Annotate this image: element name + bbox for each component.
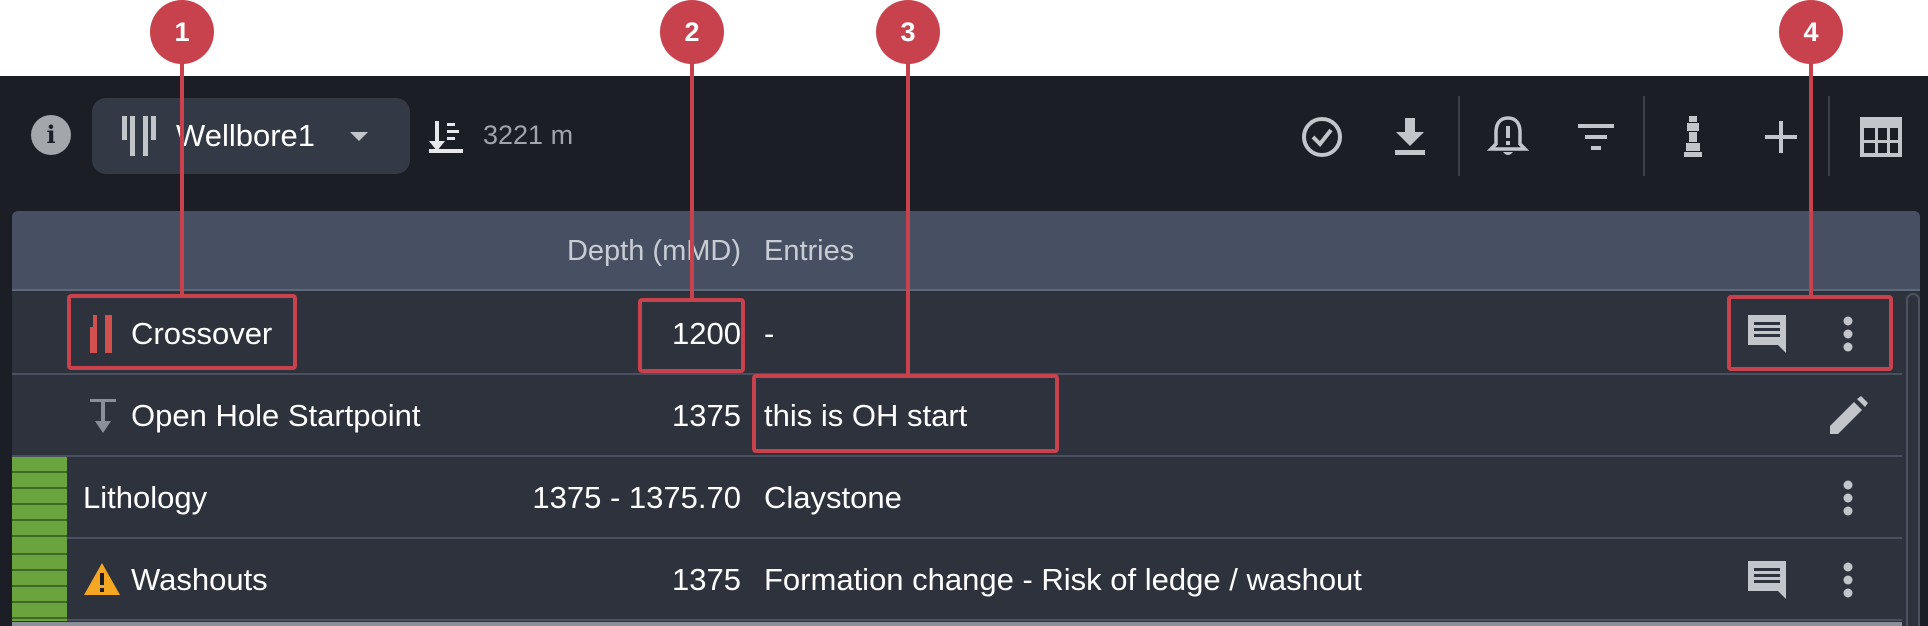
more-vert-icon[interactable] <box>1842 480 1854 516</box>
depth-icon <box>429 121 463 153</box>
check-circle-icon[interactable] <box>1299 114 1345 160</box>
depth-column-header[interactable]: Depth (mMD) <box>441 211 741 291</box>
more-vert-icon[interactable] <box>1842 562 1854 598</box>
wellbore-name: Wellbore1 <box>176 118 316 153</box>
highlight-box <box>1727 295 1893 371</box>
row-name: Lithology <box>83 480 208 515</box>
info-icon[interactable]: i <box>31 115 71 155</box>
vertical-scrollbar[interactable] <box>1906 293 1920 626</box>
table-icon[interactable] <box>1858 114 1904 160</box>
row-name: Washouts <box>131 562 268 597</box>
claystone-pattern <box>12 539 67 621</box>
row-entry: - <box>764 316 775 351</box>
toolbar-divider <box>1828 96 1830 176</box>
comment-icon[interactable] <box>1746 559 1788 601</box>
casing-icon[interactable] <box>1670 114 1716 160</box>
add-icon[interactable] <box>1758 114 1804 160</box>
total-depth-value: 3221 m <box>483 120 574 150</box>
callout-badge: 1 <box>150 0 214 64</box>
callout-leader-line <box>1809 58 1813 298</box>
wellbore-selector[interactable]: Wellbore1 <box>92 98 410 174</box>
callout-badge: 4 <box>1779 0 1843 64</box>
callout-badge: 3 <box>876 0 940 64</box>
callout-leader-line <box>906 58 910 376</box>
callout-badge: 2 <box>660 0 724 64</box>
row-depth: 1375 <box>672 398 741 433</box>
edit-icon[interactable] <box>1828 396 1868 436</box>
next-row-edge <box>12 622 1902 626</box>
open-hole-icon <box>90 399 116 433</box>
highlight-box <box>67 294 297 370</box>
row-entry: Claystone <box>764 480 902 515</box>
entries-column-header[interactable]: Entries <box>764 211 854 291</box>
toolbar-divider <box>1643 96 1645 176</box>
highlight-box <box>752 374 1059 453</box>
chevron-down-icon <box>350 132 368 141</box>
warning-icon <box>84 563 120 595</box>
toolbar-divider <box>1458 96 1460 176</box>
table-header: Depth (mMD) Entries <box>12 211 1920 291</box>
download-icon[interactable] <box>1387 114 1433 160</box>
table-row[interactable]: Washouts 1375 Formation change - Risk of… <box>12 539 1902 621</box>
row-depth: 1375 - 1375.70 <box>532 480 741 515</box>
highlight-box <box>638 298 745 373</box>
callout-leader-line <box>690 58 694 302</box>
filter-icon[interactable] <box>1573 114 1619 160</box>
alarm-bell-icon[interactable] <box>1485 114 1531 160</box>
table-row[interactable]: Lithology 1375 - 1375.70 Claystone <box>12 457 1902 539</box>
callout-leader-line <box>180 58 184 296</box>
row-name: Open Hole Startpoint <box>131 398 421 433</box>
row-depth: 1375 <box>672 562 741 597</box>
wellbore-icon <box>122 116 156 156</box>
row-entry: Formation change - Risk of ledge / washo… <box>764 562 1362 597</box>
claystone-pattern <box>12 457 67 539</box>
